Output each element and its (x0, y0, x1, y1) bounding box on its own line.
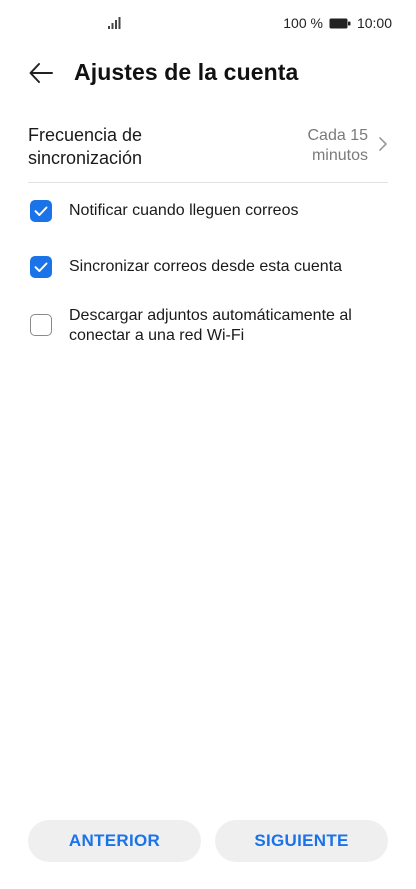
option-download-attachments[interactable]: Descargar adjuntos automáticamente al co… (30, 306, 390, 346)
option-label: Notificar cuando lleguen correos (69, 202, 299, 219)
arrow-left-icon (29, 63, 53, 83)
sync-checkbox[interactable] (30, 256, 52, 278)
page-title: Ajustes de la cuenta (74, 59, 299, 85)
app-bar: Ajustes de la cuenta (0, 48, 416, 96)
battery-percent: 100 % (283, 15, 323, 31)
download-checkbox[interactable] (30, 314, 52, 336)
option-sync-account[interactable]: Sincronizar correos desde esta cuenta (30, 256, 390, 280)
status-bar: 100 % 10:00 (0, 0, 416, 48)
option-notify-new-mail[interactable]: Notificar cuando lleguen correos (30, 200, 390, 224)
clock: 10:00 (356, 15, 392, 31)
sync-frequency-row[interactable]: Frecuencia de sincronización Cada 15 min… (28, 120, 388, 182)
notify-checkbox[interactable] (30, 200, 52, 222)
signal-icon (108, 17, 121, 29)
previous-button[interactable]: ANTERIOR (28, 820, 201, 862)
option-label: Sincronizar correos desde esta cuenta (69, 258, 343, 275)
status-right: 100 % 10:00 (283, 15, 392, 31)
checkmark-icon (34, 206, 48, 216)
checkmark-icon (34, 262, 48, 272)
battery-icon (329, 18, 351, 28)
sync-frequency-value: Cada 15 minutos (307, 127, 369, 164)
chevron-right-icon (379, 137, 387, 151)
back-button[interactable] (24, 56, 58, 90)
option-label: Descargar adjuntos automáticamente al co… (69, 307, 352, 344)
divider (28, 182, 388, 183)
next-button[interactable]: SIGUIENTE (215, 820, 388, 862)
sync-frequency-label: Frecuencia de sincronización (28, 125, 143, 168)
